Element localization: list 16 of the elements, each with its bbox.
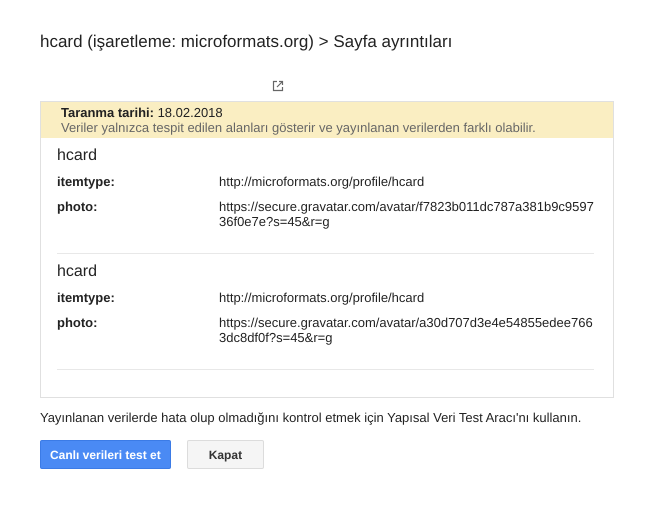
property-key: itemtype: [57, 290, 219, 305]
property-value: https://secure.gravatar.com/avatar/f7823b011dc787a381b9c959736f0e7e?s=45&r=g [219, 199, 594, 229]
external-link-icon[interactable] [272, 80, 284, 92]
property-value: http://microformats.org/profile/hcard [219, 174, 426, 189]
item-name: hcard [57, 262, 98, 282]
property-value: http://microformats.org/profile/hcard [219, 290, 426, 305]
property-key: photo: [57, 199, 219, 229]
page-title: hcard (işaretleme: microformats.org) > Sayfa ayrıntıları [40, 31, 454, 53]
crawl-date: Taranma tarihi: 18.02.2018 [61, 105, 224, 120]
notice-message: Veriler yalnızca tespit edilen alanları gösterir ve yayınlanan verilerden farklı olabilir. [61, 120, 537, 135]
item-name: hcard [57, 146, 98, 166]
property-value: https://secure.gravatar.com/avatar/a30d707d3e4e54855edee7663dc8df0f?s=45&r=g [219, 315, 594, 345]
close-button[interactable]: Kapat [186, 440, 264, 469]
footer-text: Yayınlanan verilerde hata olup olmadığını kontrol etmek için Yapısal Veri Test Aracı'nı kullanın. [40, 410, 582, 425]
property-key: photo: [57, 315, 219, 345]
property-key: itemtype: [57, 174, 219, 189]
